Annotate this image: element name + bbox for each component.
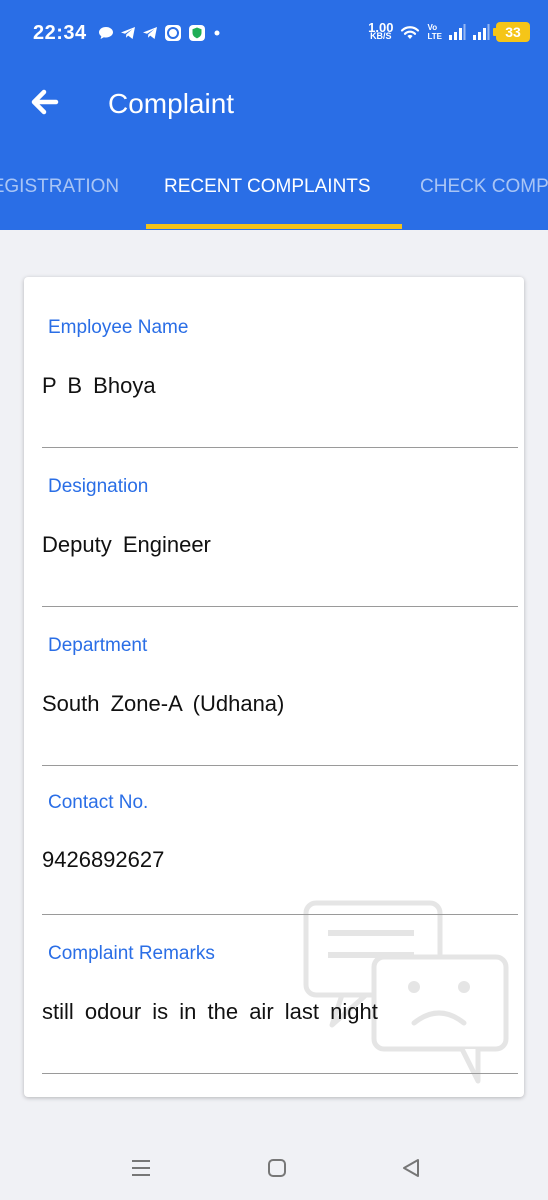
triangle-back-icon <box>403 1159 419 1177</box>
lte-label: LTE <box>427 32 442 41</box>
telegram-icon <box>121 27 135 39</box>
app-bar: Complaint <box>0 62 548 152</box>
tab-registration[interactable]: REGISTRATION <box>0 176 119 198</box>
field-divider <box>42 1073 518 1074</box>
back-nav-button[interactable] <box>399 1156 423 1180</box>
field-label: Department <box>48 635 148 656</box>
status-right: 1.00 KB/S Vo LTE 33 <box>368 21 530 42</box>
shield-icon <box>189 25 205 41</box>
net-speed-unit: KB/S <box>370 31 392 41</box>
signal-icon <box>473 24 490 40</box>
field-label: Complaint Remarks <box>48 943 215 964</box>
complaint-chat-icon <box>303 900 509 1084</box>
tab-recent-complaints[interactable]: RECENT COMPLAINTS <box>164 176 371 198</box>
volte-label: Vo <box>427 23 438 32</box>
page-title: Complaint <box>108 88 235 119</box>
chat-bubble-icon <box>99 27 113 39</box>
field-value: still odour is in the air last night <box>42 999 378 1024</box>
network-label: Vo LTE <box>427 23 442 41</box>
complaint-card: Employee Name P B Bhoya Designation Depu… <box>24 277 524 1097</box>
notification-icons <box>98 24 222 42</box>
field-divider <box>42 914 518 915</box>
dot-icon <box>214 30 220 36</box>
wifi-icon <box>401 26 420 39</box>
signal-icon <box>449 24 466 40</box>
tab-indicator <box>146 224 402 229</box>
field-value: 9426892627 <box>42 847 165 872</box>
battery-indicator: 33 <box>493 22 530 42</box>
telegram-icon <box>143 27 157 39</box>
status-time: 22:34 <box>33 22 87 44</box>
tab-check-complaint[interactable]: CHECK COMPLAINT <box>420 176 548 198</box>
field-value: Deputy Engineer <box>42 532 211 557</box>
menu-icon <box>132 1160 150 1176</box>
field-divider <box>42 447 518 448</box>
system-nav-bar <box>0 1132 548 1200</box>
status-bar: 22:34 1.00 KB/S Vo LTE 33 <box>0 0 548 62</box>
field-label: Designation <box>48 476 149 497</box>
back-button[interactable] <box>24 82 64 122</box>
tab-bar: REGISTRATION RECENT COMPLAINTS CHECK COM… <box>0 152 548 230</box>
square-icon <box>268 1159 286 1177</box>
field-value: P B Bhoya <box>42 373 156 398</box>
recent-apps-button[interactable] <box>129 1156 153 1180</box>
arrow-left-icon <box>31 89 59 115</box>
field-label: Contact No. <box>48 792 149 813</box>
field-divider <box>42 765 518 766</box>
field-divider <box>42 606 518 607</box>
app-icon <box>165 25 181 41</box>
field-label: Employee Name <box>48 317 189 338</box>
field-value: South Zone-A (Udhana) <box>42 691 285 716</box>
home-button[interactable] <box>265 1156 289 1180</box>
net-speed: 1.00 KB/S <box>368 21 393 41</box>
